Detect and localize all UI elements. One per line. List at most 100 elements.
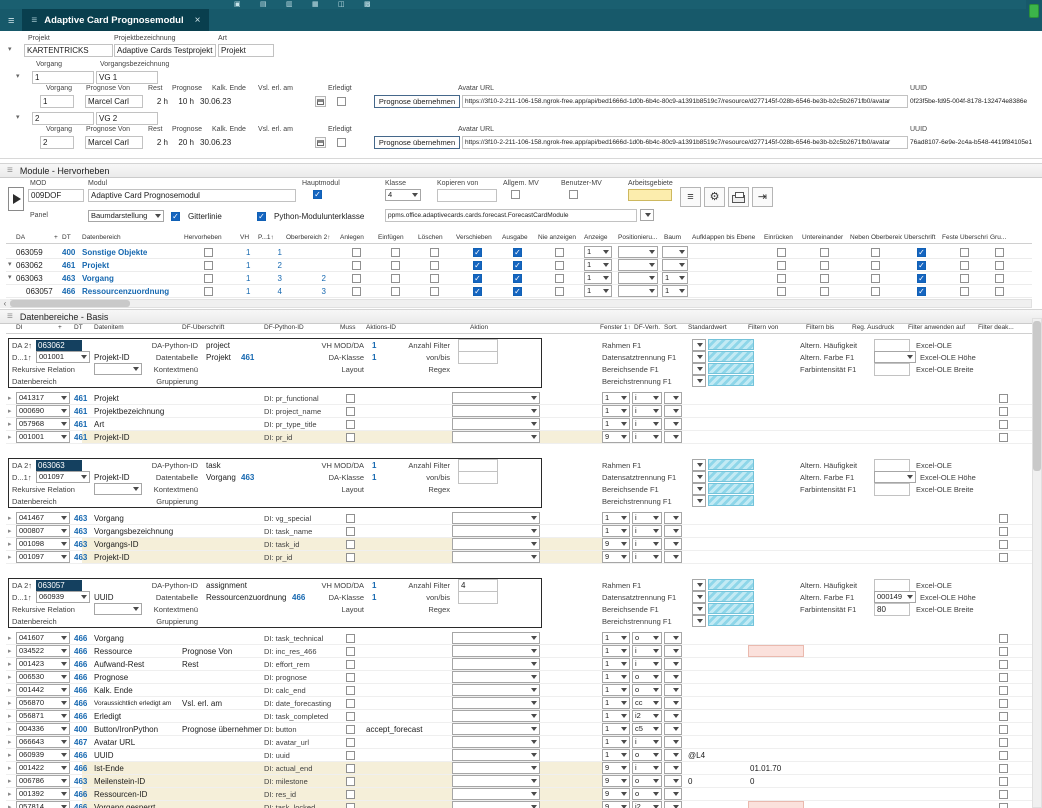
einfuegen-checkbox[interactable] <box>391 261 400 270</box>
muss-checkbox[interactable] <box>346 751 355 760</box>
db-row-expander[interactable]: ▸ <box>8 777 12 786</box>
da-column-header[interactable]: Hervorheben <box>184 234 234 242</box>
fenster-select[interactable]: 9 <box>602 538 630 550</box>
di-select[interactable]: 006530 <box>16 671 70 683</box>
di-select[interactable]: 041317 <box>16 392 70 404</box>
positionierung-select[interactable] <box>618 259 658 271</box>
muss-checkbox[interactable] <box>346 699 355 708</box>
di-select[interactable]: 001392 <box>16 788 70 800</box>
verschieben-checkbox[interactable] <box>473 248 482 257</box>
fenster-select[interactable]: 1 <box>602 736 630 748</box>
muss-checkbox[interactable] <box>346 660 355 669</box>
aktion-select[interactable] <box>452 512 540 524</box>
di-select[interactable]: 056871 <box>16 710 70 722</box>
sortierung-select[interactable] <box>664 762 682 774</box>
df-verhalten-select[interactable]: o <box>632 775 662 787</box>
fenster-select[interactable]: 1 <box>602 405 630 417</box>
verschieben-checkbox[interactable] <box>473 261 482 270</box>
df-verhalten-select[interactable]: i <box>632 538 662 550</box>
filter-von-highlight[interactable] <box>748 645 804 657</box>
fenster-select[interactable]: 1 <box>602 749 630 761</box>
filter-deaktivieren-checkbox[interactable] <box>999 712 1008 721</box>
aktion-select[interactable] <box>452 723 540 735</box>
prognose-von-cell[interactable]: Marcel Carl <box>85 95 143 108</box>
hervorheben-checkbox[interactable] <box>204 248 213 257</box>
filter-deaktivieren-checkbox[interactable] <box>999 725 1008 734</box>
di-select[interactable]: 041607 <box>16 632 70 644</box>
task-expander-icon[interactable]: ▾ <box>16 73 20 81</box>
da-column-header[interactable]: P...1↑ <box>258 234 284 242</box>
bereichsende-value-box[interactable] <box>708 483 754 494</box>
horizontal-scroll-thumb[interactable] <box>10 300 130 307</box>
einfuegen-checkbox[interactable] <box>391 248 400 257</box>
db-column-header[interactable]: Filter deak... <box>978 324 1024 332</box>
projekt-id-cell[interactable]: KARTENTRICKS <box>24 44 113 57</box>
hervorheben-checkbox[interactable] <box>204 287 213 296</box>
di-select[interactable]: 001423 <box>16 658 70 670</box>
filter-deaktivieren-checkbox[interactable] <box>999 394 1008 403</box>
datensatztrennung-value-box[interactable] <box>708 591 754 602</box>
filter-deaktivieren-checkbox[interactable] <box>999 527 1008 536</box>
sortierung-select[interactable] <box>664 671 682 683</box>
db-column-header[interactable]: Muss <box>340 324 362 332</box>
db-row-expander[interactable]: ▸ <box>8 527 12 536</box>
da-column-header[interactable]: Einfügen <box>378 234 414 242</box>
fenster-select[interactable]: 1 <box>602 697 630 709</box>
feste-ueberschrift-checkbox[interactable] <box>960 248 969 257</box>
rahmen-select[interactable] <box>692 459 706 471</box>
datenitem-name[interactable]: Aufwand-Rest <box>94 660 180 669</box>
aktion-select[interactable] <box>452 710 540 722</box>
sortierung-select[interactable] <box>664 551 682 563</box>
db-row-expander[interactable]: ▸ <box>8 407 12 416</box>
sortierung-select[interactable] <box>664 632 682 644</box>
anzeige-select[interactable]: 1 <box>584 246 612 258</box>
da-column-header[interactable]: Untereinander <box>802 234 848 242</box>
da-python-id-value[interactable]: project <box>206 341 230 350</box>
aktion-select[interactable] <box>452 697 540 709</box>
sortierung-select[interactable] <box>664 684 682 696</box>
bereichstrennung-select[interactable] <box>692 495 706 507</box>
db-column-header[interactable]: DI <box>16 324 54 332</box>
positionierung-select[interactable] <box>618 285 658 297</box>
df-verhalten-select[interactable]: cc <box>632 697 662 709</box>
aktion-select[interactable] <box>452 762 540 774</box>
di-select[interactable]: 056870 <box>16 697 70 709</box>
db-row-expander[interactable]: ▸ <box>8 686 12 695</box>
aktion-select[interactable] <box>452 775 540 787</box>
datentabelle-value[interactable]: Projekt <box>206 353 231 362</box>
da-id-cell[interactable]: 063057 <box>36 580 82 591</box>
erledigt-checkbox[interactable] <box>337 138 346 147</box>
muss-checkbox[interactable] <box>346 553 355 562</box>
db-column-header[interactable]: DF-Überschrift <box>182 324 260 332</box>
db-row-expander[interactable]: ▸ <box>8 647 12 656</box>
db-column-header[interactable]: Filtern von <box>748 324 788 332</box>
anzeige-select[interactable]: 1 <box>584 285 612 297</box>
df-verhalten-select[interactable]: o <box>632 684 662 696</box>
von-bis-field[interactable] <box>458 351 498 364</box>
db-column-header[interactable]: + <box>58 324 66 332</box>
module-section-bar[interactable]: ≡ Module - Hervorheben <box>0 163 1042 178</box>
standardwert-value[interactable]: @L4 <box>688 751 705 760</box>
datenbereich-name[interactable]: Ressourcenzuordnung <box>82 287 169 296</box>
db-row-expander[interactable]: ▸ <box>8 553 12 562</box>
datenitem-name[interactable]: Art <box>94 420 180 429</box>
db-row-expander[interactable]: ▸ <box>8 514 12 523</box>
di-select[interactable]: 000807 <box>16 525 70 537</box>
gruppierung-checkbox[interactable] <box>995 248 1004 257</box>
farbintensitaet-field[interactable]: 80 <box>874 603 910 616</box>
bereichstrennung-select[interactable] <box>692 615 706 627</box>
df-verhalten-select[interactable]: i <box>632 736 662 748</box>
filter-deaktivieren-checkbox[interactable] <box>999 647 1008 656</box>
gitterlinie-checkbox[interactable] <box>171 212 180 221</box>
sortierung-select[interactable] <box>664 788 682 800</box>
muss-checkbox[interactable] <box>346 540 355 549</box>
scroll-left-button[interactable]: ‹ <box>0 299 10 308</box>
filter-deaktivieren-checkbox[interactable] <box>999 751 1008 760</box>
db-row-expander[interactable]: ▸ <box>8 764 12 773</box>
vorgang-name-cell[interactable]: VG 1 <box>96 71 158 84</box>
da-column-header[interactable]: Neben Oberbereich <box>850 234 902 242</box>
fenster-select[interactable]: 1 <box>602 710 630 722</box>
exit-module-icon[interactable]: ⇥ <box>752 187 773 207</box>
einfuegen-checkbox[interactable] <box>391 274 400 283</box>
aktion-select[interactable] <box>452 392 540 404</box>
